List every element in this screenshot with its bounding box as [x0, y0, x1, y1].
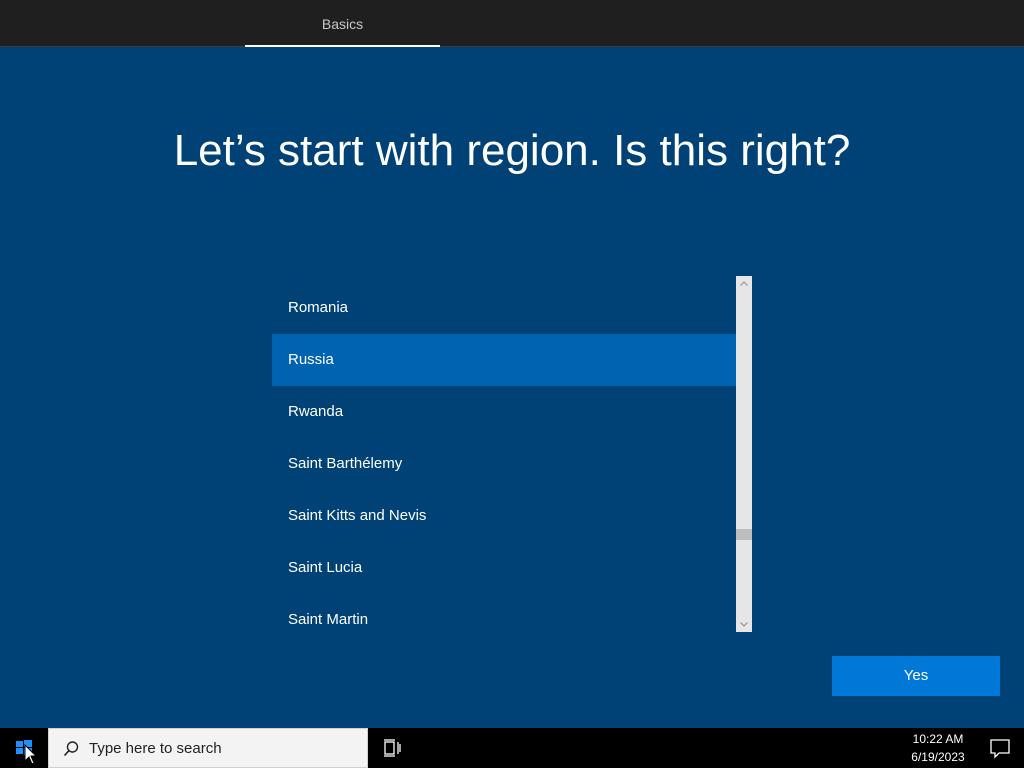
tab-basics: Basics [245, 0, 440, 47]
region-item-saint-kitts-and-nevis[interactable]: Saint Kitts and Nevis [272, 490, 736, 542]
region-list-scrollbar[interactable] [736, 276, 752, 632]
taskbar-clock[interactable]: 10:22 AM 6/19/2023 [900, 730, 976, 766]
region-list[interactable]: Romania Russia Rwanda Saint Barthélemy S… [272, 276, 752, 632]
task-view-button[interactable] [380, 736, 404, 760]
search-placeholder: Type here to search [89, 740, 222, 757]
region-item-russia[interactable]: Russia [272, 334, 736, 386]
region-item-saint-lucia[interactable]: Saint Lucia [272, 542, 736, 594]
clock-date: 6/19/2023 [911, 750, 965, 764]
top-navigation-bar: Basics [0, 0, 1024, 47]
yes-button[interactable]: Yes [832, 656, 1000, 696]
action-center-button[interactable] [976, 728, 1024, 768]
region-list-items: Romania Russia Rwanda Saint Barthélemy S… [272, 282, 736, 632]
tab-basics-label: Basics [321, 16, 364, 32]
mouse-cursor-icon [24, 744, 38, 765]
scroll-up-arrow-icon[interactable] [736, 276, 752, 292]
clock-time: 10:22 AM [912, 732, 964, 746]
search-icon [63, 741, 79, 757]
scrollbar-thumb[interactable] [736, 529, 752, 540]
page-title: Let’s start with region. Is this right? [173, 126, 851, 175]
task-view-icon [384, 739, 401, 757]
taskbar: Type here to search 10:22 AM 6/19/2023 [0, 728, 1024, 768]
region-item-rwanda[interactable]: Rwanda [272, 386, 736, 438]
oobe-main-panel: Let’s start with region. Is this right? … [0, 48, 1024, 720]
action-center-icon [990, 739, 1010, 759]
region-item-saint-martin[interactable]: Saint Martin [272, 594, 736, 632]
tab-active-indicator [245, 45, 440, 47]
scroll-down-arrow-icon[interactable] [736, 616, 752, 632]
region-item-saint-barthelemy[interactable]: Saint Barthélemy [272, 438, 736, 490]
taskbar-search-box[interactable]: Type here to search [48, 728, 368, 768]
region-item-romania[interactable]: Romania [272, 282, 736, 334]
